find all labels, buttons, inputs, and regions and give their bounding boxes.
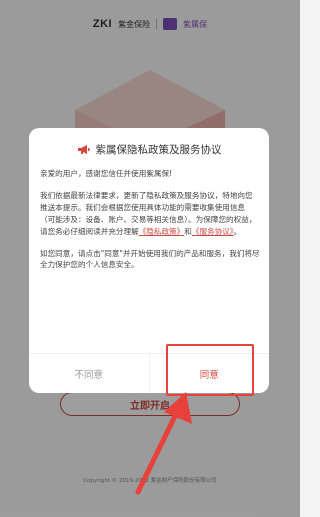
pointer-arrow-icon: [135, 392, 192, 495]
dialog-header: 紫属保隐私政策及服务协议: [29, 142, 269, 157]
dialog-title: 紫属保隐私政策及服务协议: [95, 144, 222, 156]
consent-paragraph: 如您同意，请点击"同意"并开始使用我们的产品和服务，我们将尽全力保护您的个人信息…: [40, 248, 260, 270]
privacy-policy-link[interactable]: 《隐私政策》: [139, 227, 185, 236]
dialog-content: 亲爱的用户，感谢您信任并使用紫属保! 我们依据最新法律要求，更新了隐私政策及服务…: [40, 168, 260, 352]
service-agreement-link[interactable]: 《服务协议》: [192, 227, 234, 236]
policy-notice-end: 。: [233, 226, 242, 236]
policy-notice-paragraph: 我们依据最新法律要求，更新了隐私政策及服务协议，特地向您推送本提示。我们会根据您…: [40, 190, 260, 238]
and-text: 和: [184, 226, 192, 236]
megaphone-icon: [77, 145, 90, 154]
greeting-text: 亲爱的用户，感谢您信任并使用紫属保!: [40, 169, 173, 178]
